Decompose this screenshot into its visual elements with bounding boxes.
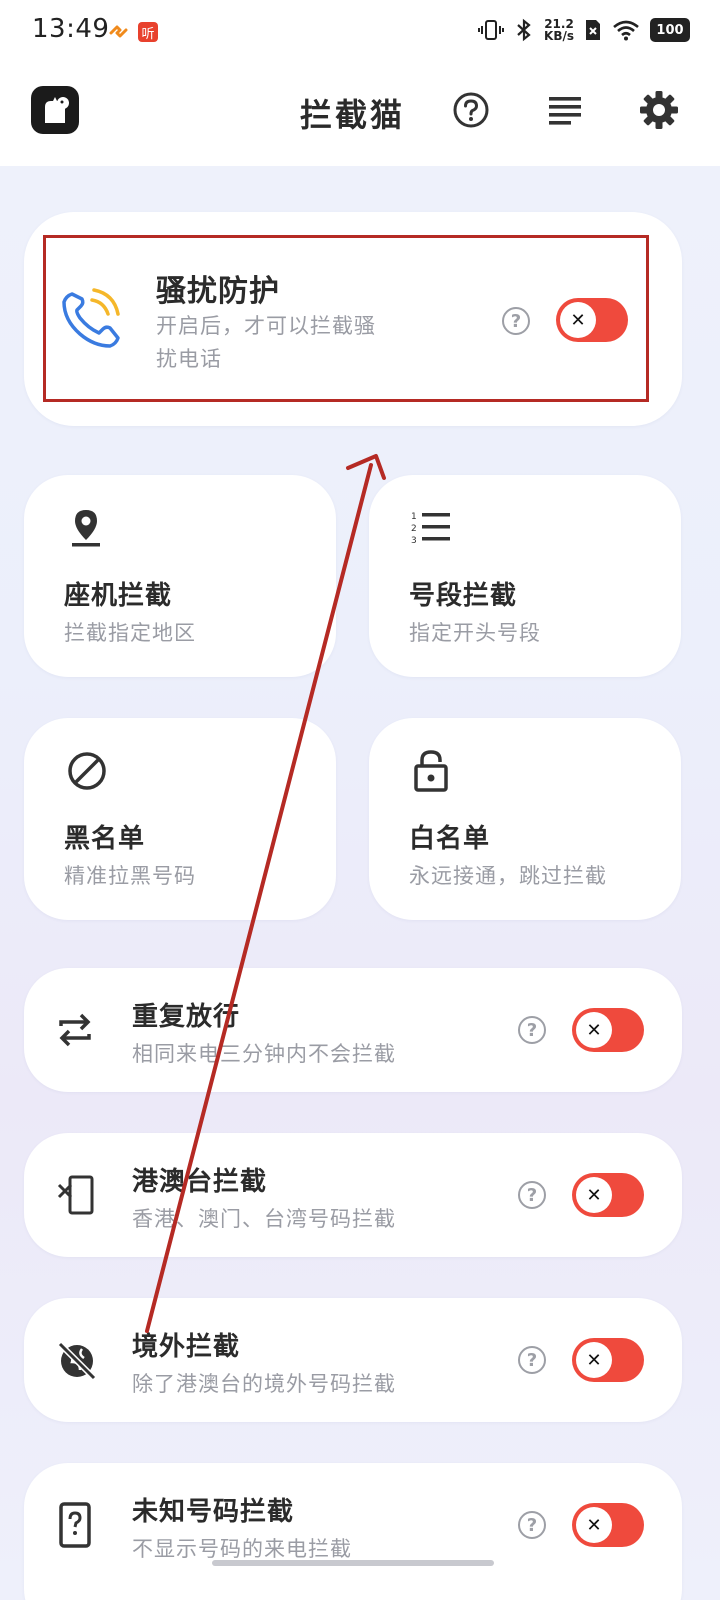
toggle-off-knob-icon: ✕ bbox=[576, 1342, 612, 1378]
toggle-off-knob-icon: ✕ bbox=[576, 1507, 612, 1543]
numbered-list-icon: 1 2 3 bbox=[411, 512, 450, 544]
protection-subtitle-line2: 扰电话 bbox=[156, 347, 222, 371]
block-icon bbox=[68, 752, 106, 790]
wifi-icon bbox=[613, 20, 639, 41]
svg-text:1: 1 bbox=[411, 512, 417, 522]
toggle-off-knob-icon: ✕ bbox=[576, 1177, 612, 1213]
repeat-icon bbox=[59, 1013, 91, 1047]
globe-off-icon bbox=[57, 1341, 97, 1381]
network-speed: 21.2 KB/s bbox=[544, 18, 574, 42]
listen-badge-icon: 听 bbox=[138, 22, 158, 42]
home-indicator[interactable] bbox=[212, 1560, 494, 1566]
row-unknown-toggle[interactable]: ✕ bbox=[572, 1503, 644, 1547]
protection-help-icon[interactable]: ? bbox=[502, 307, 530, 335]
tile-blacklist-title: 黑名单 bbox=[64, 824, 146, 854]
settings-button[interactable] bbox=[637, 88, 681, 132]
app-logo bbox=[31, 86, 79, 134]
row-repeat-subtitle: 相同来电三分钟内不会拦截 bbox=[132, 1042, 396, 1066]
svg-text:2: 2 bbox=[411, 524, 417, 534]
no-sim-icon bbox=[586, 20, 600, 40]
protection-subtitle: 开启后，才可以拦截骚 扰电话 bbox=[156, 310, 376, 376]
row-overseas-title: 境外拦截 bbox=[132, 1332, 241, 1362]
network-speed-unit: KB/s bbox=[544, 29, 574, 43]
gear-icon bbox=[640, 91, 678, 129]
tile-landline-block[interactable]: 座机拦截 拦截指定地区 bbox=[24, 475, 336, 677]
row-overseas-subtitle: 除了港澳台的境外号码拦截 bbox=[132, 1372, 396, 1396]
row-repeat-help-icon[interactable]: ? bbox=[518, 1016, 546, 1044]
battery-indicator: 100 bbox=[650, 18, 690, 42]
row-repeat-toggle[interactable]: ✕ bbox=[572, 1008, 644, 1052]
tile-prefix-subtitle: 指定开头号段 bbox=[409, 621, 541, 645]
toggle-off-knob-icon: ✕ bbox=[560, 302, 596, 338]
tile-whitelist[interactable]: 白名单 永远接通，跳过拦截 bbox=[369, 718, 681, 920]
row-repeat-title: 重复放行 bbox=[132, 1002, 241, 1032]
row-hkmotw-subtitle: 香港、澳门、台湾号码拦截 bbox=[132, 1207, 396, 1231]
status-right-icons: 21.2 KB/s 100 bbox=[478, 18, 690, 42]
row-unknown-block[interactable]: 未知号码拦截 不显示号码的来电拦截 ? ✕ bbox=[24, 1463, 682, 1600]
svg-text:3: 3 bbox=[411, 536, 417, 544]
row-hkmotw-block[interactable]: 港澳台拦截 香港、澳门、台湾号码拦截 ? ✕ bbox=[24, 1133, 682, 1257]
status-time: 13:49 bbox=[32, 14, 110, 44]
bluetooth-icon bbox=[517, 18, 531, 42]
harassment-protection-card[interactable]: 骚扰防护 开启后，才可以拦截骚 扰电话 ? ✕ bbox=[24, 212, 682, 426]
tile-prefix-title: 号段拦截 bbox=[409, 581, 518, 611]
row-unknown-help-icon[interactable]: ? bbox=[518, 1511, 546, 1539]
row-repeat-allow[interactable]: 重复放行 相同来电三分钟内不会拦截 ? ✕ bbox=[24, 968, 682, 1092]
unlock-icon bbox=[414, 750, 448, 792]
row-hkmotw-help-icon[interactable]: ? bbox=[518, 1181, 546, 1209]
location-pin-icon bbox=[72, 510, 100, 547]
app-header: 拦截猫 bbox=[0, 66, 720, 166]
phone-x-icon bbox=[57, 1175, 94, 1215]
tile-landline-title: 座机拦截 bbox=[64, 581, 173, 611]
app-notification-icon bbox=[109, 25, 128, 38]
status-left-icons: 听 bbox=[108, 22, 158, 44]
row-overseas-help-icon[interactable]: ? bbox=[518, 1346, 546, 1374]
protection-subtitle-line1: 开启后，才可以拦截骚 bbox=[156, 314, 376, 338]
row-overseas-toggle[interactable]: ✕ bbox=[572, 1338, 644, 1382]
help-circle-icon bbox=[453, 92, 489, 128]
toggle-off-knob-icon: ✕ bbox=[576, 1012, 612, 1048]
log-list-button[interactable] bbox=[543, 88, 587, 132]
tile-blacklist-subtitle: 精准拉黑号码 bbox=[64, 864, 196, 888]
protection-title: 骚扰防护 bbox=[156, 274, 280, 309]
list-lines-icon bbox=[549, 97, 581, 125]
protection-toggle[interactable]: ✕ bbox=[556, 298, 628, 342]
phone-question-icon bbox=[59, 1502, 91, 1548]
tile-prefix-block[interactable]: 1 2 3 号段拦截 指定开头号段 bbox=[369, 475, 681, 677]
status-bar: 13:49 听 21.2 KB/s 100 bbox=[0, 0, 720, 66]
page-title: 拦截猫 bbox=[300, 96, 406, 134]
tile-landline-subtitle: 拦截指定地区 bbox=[64, 621, 196, 645]
help-button[interactable] bbox=[449, 88, 493, 132]
cat-logo-icon bbox=[45, 97, 69, 123]
row-hkmotw-title: 港澳台拦截 bbox=[132, 1167, 268, 1197]
phone-call-icon bbox=[62, 288, 120, 348]
row-unknown-title: 未知号码拦截 bbox=[132, 1497, 295, 1527]
tile-whitelist-subtitle: 永远接通，跳过拦截 bbox=[409, 864, 607, 888]
app-root: 13:49 听 21.2 KB/s 100 拦截猫 骚扰防护 开启后，才可以拦截… bbox=[0, 0, 720, 1600]
row-hkmotw-toggle[interactable]: ✕ bbox=[572, 1173, 644, 1217]
tile-whitelist-title: 白名单 bbox=[409, 824, 491, 854]
vibrate-icon bbox=[478, 20, 505, 40]
row-overseas-block[interactable]: 境外拦截 除了港澳台的境外号码拦截 ? ✕ bbox=[24, 1298, 682, 1422]
tile-blacklist[interactable]: 黑名单 精准拉黑号码 bbox=[24, 718, 336, 920]
